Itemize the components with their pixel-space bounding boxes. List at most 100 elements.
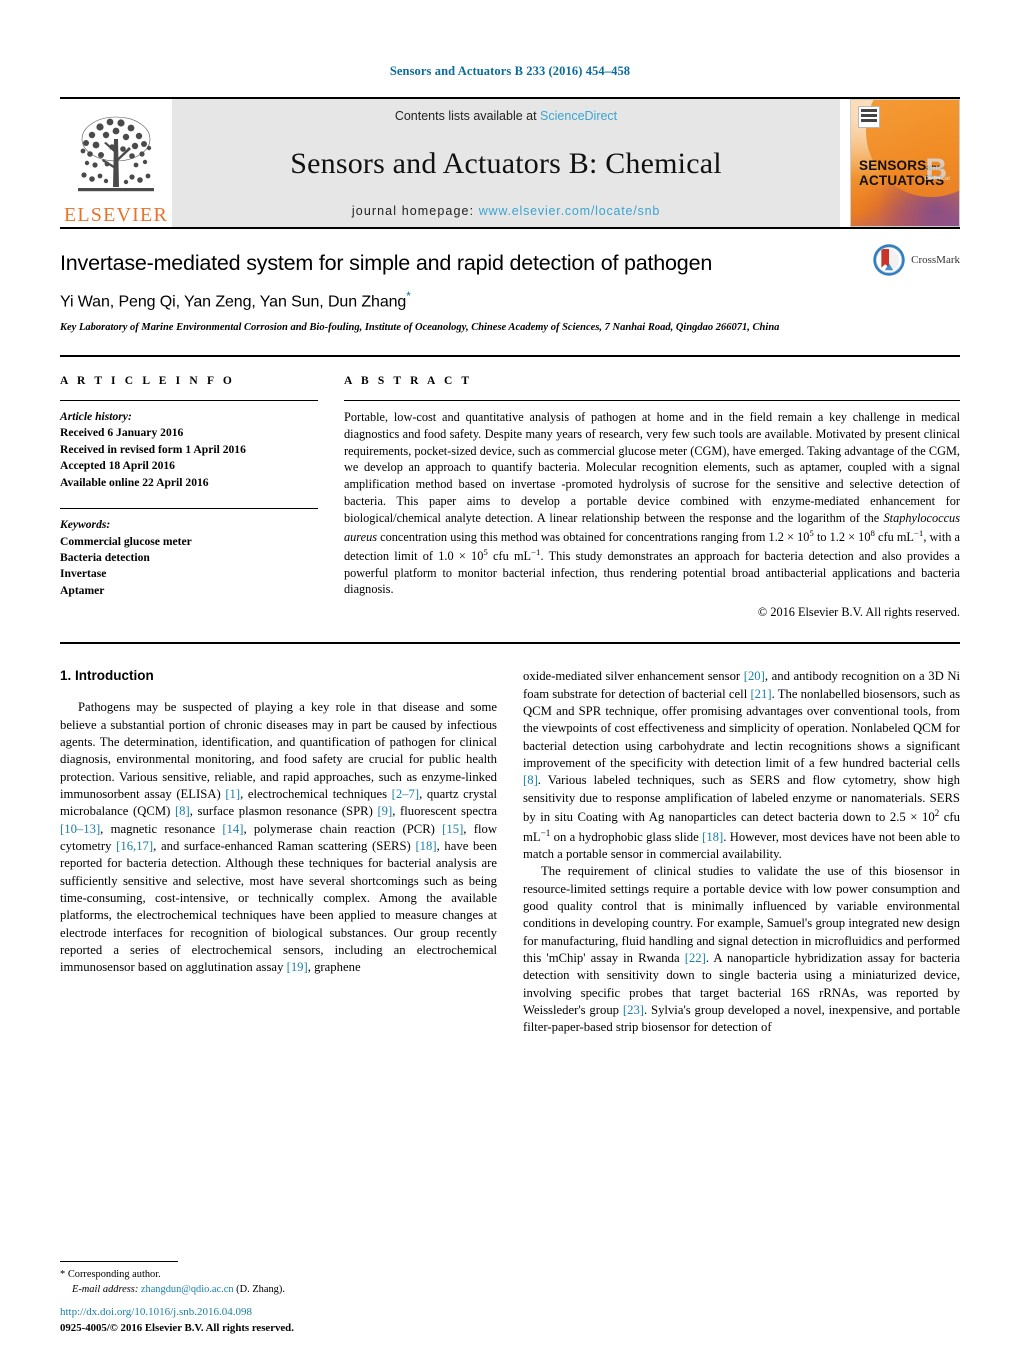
author-names: Yi Wan, Peng Qi, Yan Zeng, Yan Sun, Dun … bbox=[60, 293, 407, 311]
paper-page: Sensors and Actuators B 233 (2016) 454–4… bbox=[0, 0, 1020, 1351]
history-item: Available online 22 April 2016 bbox=[60, 475, 209, 489]
info-abstract-section: A R T I C L E I N F O Article history: R… bbox=[60, 354, 960, 620]
article-info-heading: A R T I C L E I N F O bbox=[60, 374, 235, 387]
citation-ref[interactable]: [22] bbox=[685, 951, 706, 965]
email-suffix: (D. Zhang). bbox=[236, 1284, 285, 1296]
elsevier-tree-icon bbox=[78, 116, 154, 192]
corresponding-author-line: * Corresponding author. bbox=[60, 1268, 490, 1283]
abstract-exp-3: −1 bbox=[913, 527, 924, 538]
corresponding-author-footnote: * Corresponding author. E-mail address: … bbox=[60, 1261, 490, 1298]
footnote-divider bbox=[60, 1261, 178, 1263]
history-item: Received 6 January 2016 bbox=[60, 426, 184, 440]
intro-paragraph-3: The requirement of clinical studies to v… bbox=[523, 863, 960, 1036]
history-item: Received in revised form 1 April 2016 bbox=[60, 442, 246, 456]
intro-p1-d: , surface plasmon resonance (SPR) bbox=[189, 804, 378, 819]
intro-p1-g: , polymerase chain reaction (PCR) bbox=[243, 821, 443, 836]
intro-p1-i: , and surface-enhanced Raman scattering … bbox=[153, 838, 416, 853]
keyword-item: Bacteria detection bbox=[60, 551, 150, 565]
history-item: Accepted 18 April 2016 bbox=[60, 459, 175, 473]
citation-ref[interactable]: [1] bbox=[225, 787, 240, 801]
crossmark-label: CrossMark bbox=[911, 254, 960, 266]
body-column-right: oxide-mediated silver enhancement sensor… bbox=[523, 668, 960, 1036]
homepage-url-link[interactable]: www.elsevier.com/locate/snb bbox=[479, 204, 660, 218]
intro-paragraph-2: oxide-mediated silver enhancement sensor… bbox=[523, 668, 960, 863]
cover-line1: SENSORS bbox=[859, 157, 927, 173]
intro-p1-e: , fluorescent spectra bbox=[392, 804, 497, 819]
abstract-part-1: Portable, low-cost and quantitative anal… bbox=[344, 409, 960, 525]
citation-ref[interactable]: [9] bbox=[377, 804, 392, 818]
citation-ref[interactable]: [16,17] bbox=[116, 839, 153, 853]
section-heading-introduction: 1. Introduction bbox=[60, 668, 154, 684]
article-body: 1. Introduction Pathogens may be suspect… bbox=[60, 642, 960, 1036]
intro-p2-f: on a hydrophobic glass slide bbox=[550, 829, 703, 844]
article-title-area: CrossMark Invertase-mediated system for … bbox=[60, 227, 960, 335]
citation-ref[interactable]: [18] bbox=[415, 839, 436, 853]
journal-title-block: Contents lists available at ScienceDirec… bbox=[172, 99, 840, 227]
sciencedirect-link[interactable]: ScienceDirect bbox=[540, 109, 617, 123]
divider bbox=[344, 399, 960, 401]
doi-link[interactable]: http://dx.doi.org/10.1016/j.snb.2016.04.… bbox=[60, 1305, 294, 1321]
email-link[interactable]: zhangdun@qdio.ac.cn bbox=[141, 1284, 234, 1295]
crossmark-badge-group[interactable]: CrossMark bbox=[872, 243, 960, 277]
abstract-part-2: concentration using this method was obta… bbox=[377, 529, 810, 544]
citation-ref[interactable]: [2–7] bbox=[392, 787, 419, 801]
divider bbox=[60, 399, 318, 401]
elsevier-wordmark: ELSEVIER bbox=[63, 204, 169, 226]
citation-ref[interactable]: [18] bbox=[702, 830, 723, 844]
citation-ref[interactable]: [15] bbox=[442, 822, 463, 836]
corresponding-author-label: Corresponding author. bbox=[67, 1269, 161, 1281]
citation-ref[interactable]: [8] bbox=[175, 804, 190, 818]
page-title: Invertase-mediated system for simple and… bbox=[60, 251, 713, 275]
keywords-label: Keywords: bbox=[60, 518, 111, 532]
issn-copyright-line: 0925-4005/© 2016 Elsevier B.V. All right… bbox=[60, 1322, 294, 1335]
abstract-part-3: to 1.2 × 10 bbox=[813, 529, 871, 544]
citation-ref[interactable]: [8] bbox=[523, 773, 538, 787]
citation-ref[interactable]: [19] bbox=[287, 960, 308, 974]
divider bbox=[60, 508, 318, 510]
keyword-item: Invertase bbox=[60, 567, 107, 581]
intro-exp-2: −1 bbox=[540, 827, 551, 838]
contents-list-line: Contents lists available at ScienceDirec… bbox=[395, 109, 617, 123]
article-history-group: Article history: Received 6 January 2016… bbox=[60, 409, 318, 491]
intro-p1-b: , electrochemical techniques bbox=[240, 786, 392, 801]
keyword-item: Aptamer bbox=[60, 583, 105, 597]
intro-p3-a: The requirement of clinical studies to v… bbox=[523, 864, 960, 966]
journal-homepage-line: journal homepage: www.elsevier.com/locat… bbox=[352, 204, 660, 218]
keywords-group: Keywords: Commercial glucose meter Bacte… bbox=[60, 517, 318, 599]
intro-p1-k: , graphene bbox=[307, 960, 361, 975]
body-column-left: 1. Introduction Pathogens may be suspect… bbox=[60, 668, 497, 1036]
homepage-prefix: journal homepage: bbox=[351, 204, 479, 218]
article-info-column: A R T I C L E I N F O Article history: R… bbox=[60, 375, 318, 620]
citation-ref[interactable]: [10–13] bbox=[60, 822, 100, 836]
citation-ref[interactable]: [23] bbox=[623, 1003, 644, 1017]
elsevier-logo: ELSEVIER bbox=[60, 99, 172, 227]
affiliation: Key Laboratory of Marine Environmental C… bbox=[60, 321, 780, 333]
intro-p1-f: , magnetic resonance bbox=[100, 821, 223, 836]
abstract-copyright: © 2016 Elsevier B.V. All rights reserved… bbox=[757, 605, 960, 620]
doi-footer: http://dx.doi.org/10.1016/j.snb.2016.04.… bbox=[60, 1305, 294, 1337]
abstract-text: Portable, low-cost and quantitative anal… bbox=[344, 409, 960, 598]
intro-paragraph-1: Pathogens may be suspected of playing a … bbox=[60, 699, 497, 976]
abstract-column: A B S T R A C T Portable, low-cost and q… bbox=[344, 375, 960, 620]
cover-volume-sub: Chemical bbox=[924, 175, 950, 182]
journal-title: Sensors and Actuators B: Chemical bbox=[290, 146, 722, 180]
citation-ref[interactable]: [20] bbox=[744, 669, 765, 683]
author-list: Yi Wan, Peng Qi, Yan Zeng, Yan Sun, Dun … bbox=[60, 289, 960, 311]
abstract-part-4: cfu mL bbox=[874, 529, 914, 544]
citation-ref[interactable]: [21] bbox=[750, 687, 771, 701]
email-label: E-mail address: bbox=[72, 1284, 139, 1296]
contents-prefix: Contents lists available at bbox=[394, 109, 541, 123]
cover-elsevier-mark-icon bbox=[858, 106, 880, 128]
footnote-marker: * bbox=[60, 1269, 66, 1281]
running-head: Sensors and Actuators B 233 (2016) 454–4… bbox=[389, 64, 631, 78]
email-line: E-mail address: zhangdun@qdio.ac.cn (D. … bbox=[60, 1283, 490, 1298]
journal-cover-thumbnail: SENSORSand ACTUATORS B Chemical bbox=[850, 99, 960, 227]
citation-ref[interactable]: [14] bbox=[222, 822, 243, 836]
crossmark-icon bbox=[873, 244, 905, 276]
keyword-item: Commercial glucose meter bbox=[60, 534, 192, 548]
intro-p1-a: Pathogens may be suspected of playing a … bbox=[60, 700, 497, 801]
corresponding-author-marker: * bbox=[406, 289, 411, 304]
intro-p2-d: . Various labeled techniques, such as SE… bbox=[523, 773, 960, 825]
abstract-heading: A B S T R A C T bbox=[344, 374, 473, 387]
intro-p2-a: oxide-mediated silver enhancement sensor bbox=[523, 669, 744, 684]
